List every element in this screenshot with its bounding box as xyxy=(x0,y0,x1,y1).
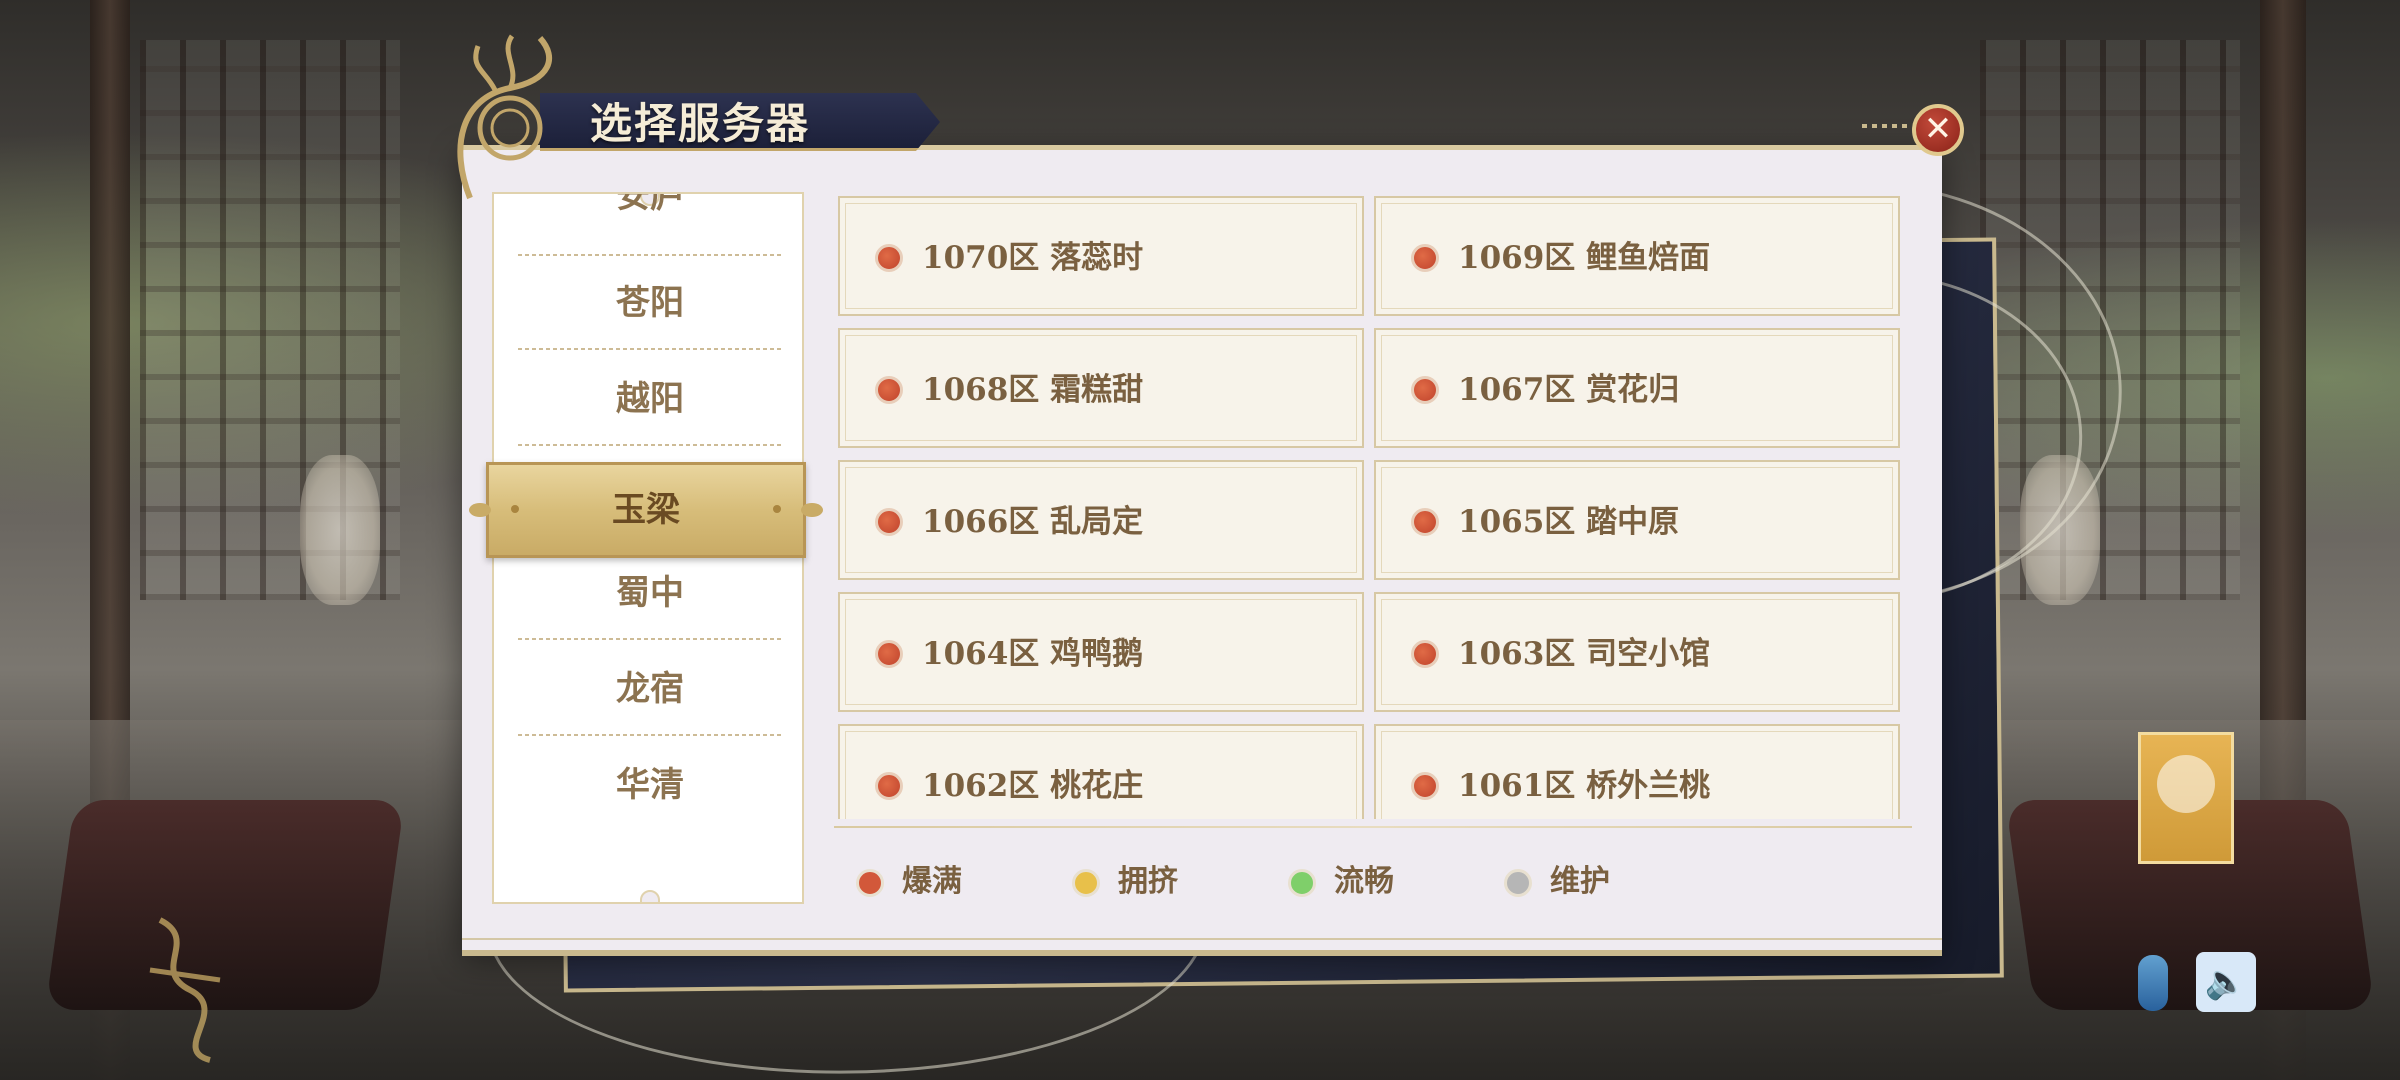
region-label: 玉梁 xyxy=(612,490,680,530)
selected-ornament xyxy=(773,505,781,513)
region-separator xyxy=(518,348,782,350)
status-crowded-icon xyxy=(1072,869,1100,897)
region-label: 安庐 xyxy=(616,192,684,216)
dialog-bottom-rule xyxy=(462,938,1942,940)
region-item-anlu[interactable]: 安庐 xyxy=(518,192,782,256)
legend-label: 维护 xyxy=(1550,864,1610,899)
region-separator xyxy=(518,734,782,736)
status-full-icon xyxy=(875,244,903,272)
server-name: 1067区 赏花归 xyxy=(1458,372,1680,408)
server-card[interactable]: 1069区 鲤鱼焙面 xyxy=(1374,196,1900,316)
status-full-icon xyxy=(875,772,903,800)
status-full-icon xyxy=(1411,508,1439,536)
side-event-widget[interactable] xyxy=(2138,732,2234,864)
server-card[interactable]: 1066区 乱局定 xyxy=(838,460,1364,580)
speaker-icon[interactable]: 🔈 xyxy=(2196,952,2256,1012)
region-label: 华清 xyxy=(616,765,684,805)
region-item-huaqing[interactable]: 华清 xyxy=(518,738,782,832)
server-card[interactable]: 1062区 桃花庄 xyxy=(838,724,1364,819)
region-item-yuliang-selected[interactable]: 玉梁 xyxy=(469,462,823,558)
status-full-icon xyxy=(875,376,903,404)
close-decoration xyxy=(1862,124,1907,128)
region-label: 蜀中 xyxy=(616,573,684,613)
server-card[interactable]: 1063区 司空小馆 xyxy=(1374,592,1900,712)
region-item-yueyang[interactable]: 越阳 xyxy=(518,352,782,446)
server-name: 1062区 桃花庄 xyxy=(922,768,1144,804)
game-logo-mark xyxy=(149,917,221,1063)
selected-cap xyxy=(801,503,823,517)
region-item-shuzhong[interactable]: 蜀中 xyxy=(518,546,782,640)
dialog-title: 选择服务器 xyxy=(590,99,811,148)
region-label: 龙宿 xyxy=(616,669,684,709)
server-name: 1064区 鸡鸭鹅 xyxy=(922,636,1144,672)
legend-label: 爆满 xyxy=(902,864,962,899)
event-icon xyxy=(2157,755,2215,813)
region-separator xyxy=(518,638,782,640)
region-label: 苍阳 xyxy=(616,283,684,323)
selected-cap xyxy=(469,503,491,517)
legend-label: 流畅 xyxy=(1334,864,1394,899)
server-card[interactable]: 1070区 落蕊时 xyxy=(838,196,1364,316)
region-item-cangyang[interactable]: 苍阳 xyxy=(518,256,782,350)
region-label: 越阳 xyxy=(616,379,684,419)
server-grid[interactable]: 1070区 落蕊时 1069区 鲤鱼焙面 1068区 霜糕甜 1067区 赏花归… xyxy=(838,194,1908,819)
status-full-icon xyxy=(1411,244,1439,272)
status-full-icon xyxy=(856,869,884,897)
status-maintenance-icon xyxy=(1504,869,1532,897)
server-name: 1070区 落蕊时 xyxy=(922,240,1144,276)
server-name: 1069区 鲤鱼焙面 xyxy=(1458,240,1711,276)
deer-emblem-icon xyxy=(457,34,553,200)
mic-icon[interactable] xyxy=(2138,955,2168,1011)
server-card[interactable]: 1068区 霜糕甜 xyxy=(838,328,1364,448)
server-name: 1063区 司空小馆 xyxy=(1458,636,1711,672)
server-name: 1068区 霜糕甜 xyxy=(922,372,1144,408)
region-item-longsu[interactable]: 龙宿 xyxy=(518,642,782,736)
server-card[interactable]: 1065区 踏中原 xyxy=(1374,460,1900,580)
status-full-icon xyxy=(1411,376,1439,404)
server-name: 1066区 乱局定 xyxy=(922,504,1144,540)
background-lamp xyxy=(300,455,380,605)
server-card[interactable]: 1064区 鸡鸭鹅 xyxy=(838,592,1364,712)
region-separator xyxy=(518,444,782,446)
server-card[interactable]: 1067区 赏花归 xyxy=(1374,328,1900,448)
selected-ornament xyxy=(511,505,519,513)
region-list-notch xyxy=(640,890,660,902)
server-name: 1061区 桥外兰桃 xyxy=(1458,768,1711,804)
status-full-icon xyxy=(875,640,903,668)
status-full-icon xyxy=(1411,772,1439,800)
server-name: 1065区 踏中原 xyxy=(1458,504,1680,540)
server-grid-divider xyxy=(834,826,1912,828)
close-icon: ✕ xyxy=(1923,109,1953,149)
status-full-icon xyxy=(1411,640,1439,668)
status-smooth-icon xyxy=(1288,869,1316,897)
status-full-icon xyxy=(875,508,903,536)
close-button[interactable]: ✕ xyxy=(1912,104,1964,156)
server-card[interactable]: 1061区 桥外兰桃 xyxy=(1374,724,1900,819)
legend-label: 拥挤 xyxy=(1118,864,1178,899)
